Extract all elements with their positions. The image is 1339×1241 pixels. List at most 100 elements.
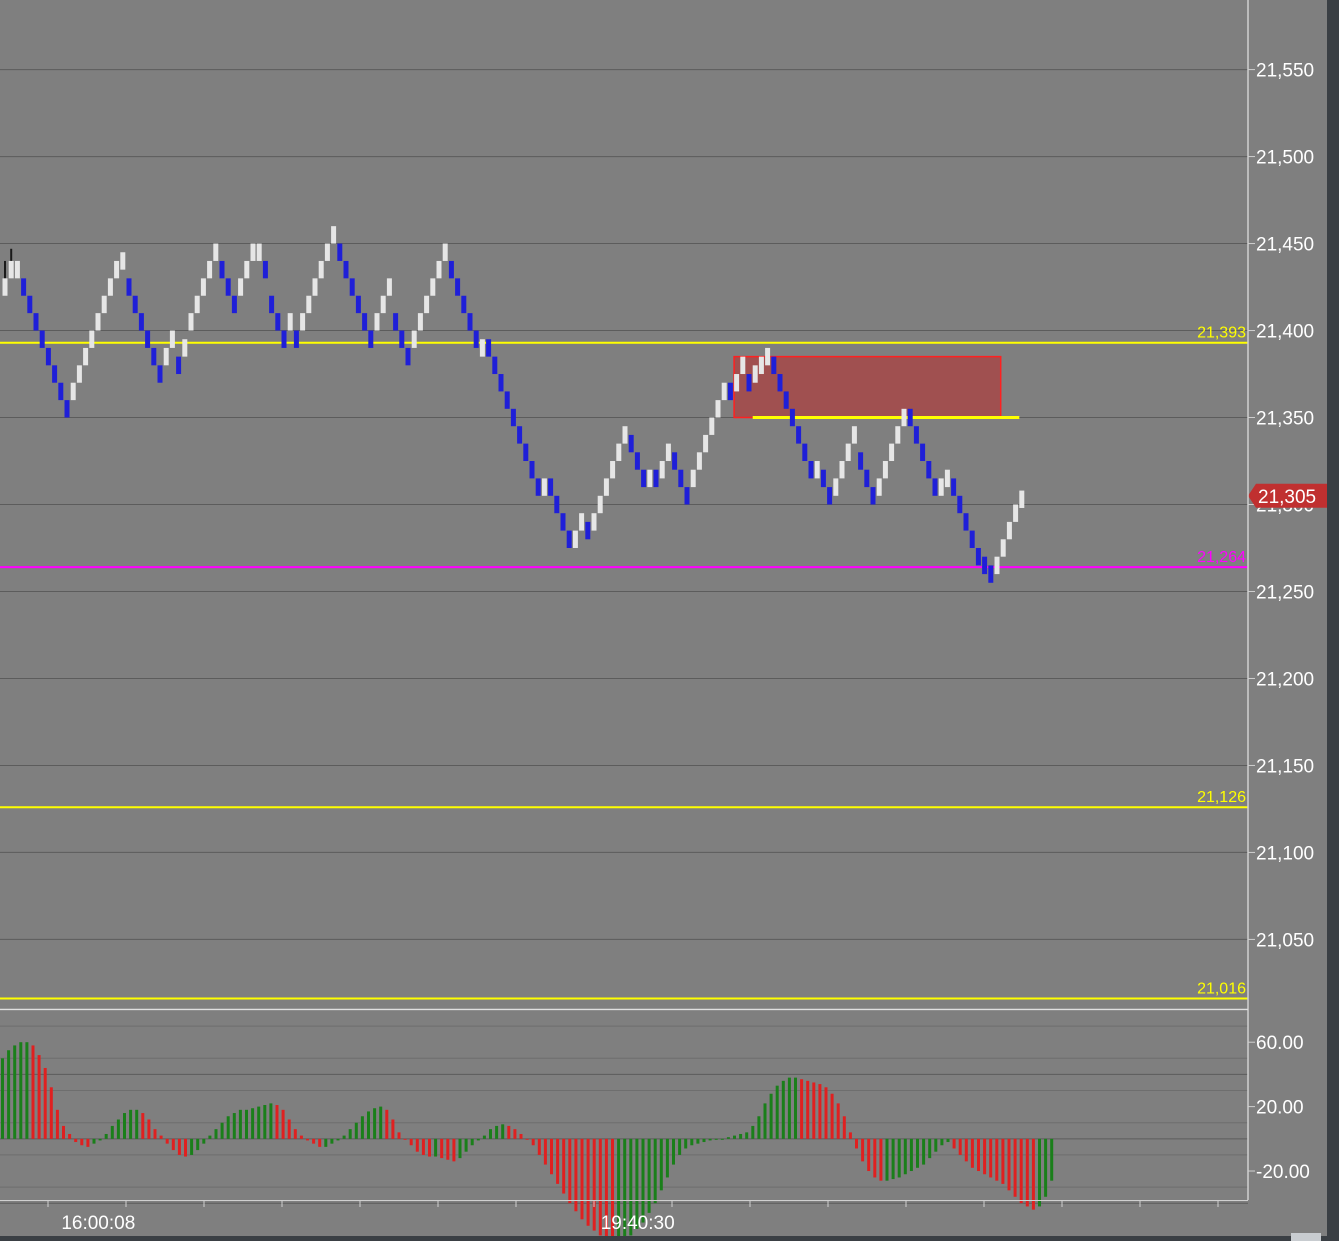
up-brick xyxy=(696,452,702,470)
hist-bar xyxy=(159,1135,163,1139)
hist-bar xyxy=(763,1103,767,1139)
hist-bar xyxy=(983,1138,987,1175)
hist-bar xyxy=(129,1109,133,1139)
hist-bar xyxy=(812,1082,816,1139)
down-brick xyxy=(864,469,870,488)
price-tick-label: 21,050 xyxy=(1256,930,1314,951)
up-brick xyxy=(845,443,851,462)
hist-bar xyxy=(226,1116,230,1139)
down-brick xyxy=(963,513,969,531)
up-brick xyxy=(244,260,250,279)
down-brick xyxy=(405,347,411,366)
hist-bar xyxy=(745,1132,749,1139)
hist-bar xyxy=(1031,1138,1035,1210)
down-brick xyxy=(789,408,795,427)
hist-bar xyxy=(318,1138,322,1147)
hist-bar xyxy=(781,1080,785,1139)
price-tick-label: 21,100 xyxy=(1256,843,1314,864)
hist-bar xyxy=(409,1138,413,1146)
hist-bar xyxy=(775,1085,779,1139)
down-brick xyxy=(33,313,39,331)
up-brick xyxy=(715,400,721,418)
down-brick xyxy=(393,313,399,331)
hist-bar xyxy=(220,1122,224,1139)
up-brick xyxy=(647,469,653,488)
hist-bar xyxy=(989,1138,993,1178)
price-tick-label: 21,200 xyxy=(1256,669,1314,690)
hist-bar xyxy=(13,1045,17,1139)
hist-bar xyxy=(891,1138,895,1180)
down-brick xyxy=(281,330,287,348)
down-brick xyxy=(231,295,237,314)
down-brick xyxy=(21,278,27,296)
up-brick xyxy=(107,278,113,296)
hist-bar xyxy=(916,1138,919,1168)
hist-bar xyxy=(275,1105,279,1139)
renko-chart[interactable]: 21,393 21,264 21,126 21,016 21,550 21,500 21,… xyxy=(0,0,1339,1241)
down-brick xyxy=(219,260,225,279)
price-tick-label: 21,400 xyxy=(1256,322,1314,343)
hist-bar xyxy=(330,1138,334,1144)
level-label: 21,126 xyxy=(1197,789,1246,806)
up-brick xyxy=(876,478,882,496)
down-brick xyxy=(975,547,981,566)
hist-bar xyxy=(513,1129,517,1139)
down-brick xyxy=(982,556,988,575)
down-brick xyxy=(672,452,678,470)
down-brick xyxy=(45,347,51,366)
hist-bar xyxy=(720,1138,724,1140)
hist-bar xyxy=(855,1138,858,1149)
up-brick xyxy=(889,443,895,462)
up-brick xyxy=(833,478,839,496)
hist-bar xyxy=(379,1106,383,1139)
down-brick xyxy=(808,461,814,479)
up-brick xyxy=(721,382,727,401)
down-brick xyxy=(820,469,826,488)
hist-bar xyxy=(440,1138,444,1159)
down-brick xyxy=(368,330,374,348)
up-brick xyxy=(250,243,256,261)
hist-bar xyxy=(903,1138,907,1175)
hist-bar xyxy=(525,1138,529,1140)
hist-bar xyxy=(177,1138,181,1155)
up-brick xyxy=(758,356,764,375)
hist-bar xyxy=(147,1119,151,1139)
hist-tick-label: 60.00 xyxy=(1256,1033,1304,1054)
down-brick xyxy=(628,434,634,453)
up-brick xyxy=(610,461,616,479)
hist-bar xyxy=(1025,1138,1029,1207)
up-brick xyxy=(436,260,442,279)
hist-bar xyxy=(922,1138,926,1165)
hist-bar xyxy=(562,1138,566,1194)
up-brick xyxy=(709,417,715,435)
up-brick xyxy=(374,313,380,331)
hist-bar xyxy=(354,1122,358,1139)
hist-bar xyxy=(678,1138,682,1155)
down-brick xyxy=(988,565,994,583)
hist-bar xyxy=(726,1137,730,1139)
up-brick xyxy=(380,295,386,314)
price-tick-label: 21,550 xyxy=(1256,61,1314,82)
hist-bar xyxy=(306,1138,309,1141)
down-brick xyxy=(858,452,864,470)
down-brick xyxy=(269,295,275,314)
hist-bar xyxy=(501,1124,505,1139)
down-brick xyxy=(957,495,963,514)
hist-bar xyxy=(867,1138,871,1172)
down-brick xyxy=(349,278,355,296)
time-label: 19:40:30 xyxy=(601,1213,675,1234)
up-brick xyxy=(200,278,206,296)
down-brick xyxy=(932,478,938,496)
up-brick xyxy=(994,556,1000,575)
down-brick xyxy=(913,426,919,444)
hist-bar xyxy=(37,1055,41,1139)
up-brick xyxy=(541,478,547,496)
hist-bar xyxy=(281,1109,285,1139)
hist-bar xyxy=(836,1103,840,1139)
up-brick xyxy=(306,295,312,314)
up-brick xyxy=(665,443,671,462)
hist-bar xyxy=(824,1087,828,1139)
hist-bar xyxy=(257,1106,261,1139)
up-brick xyxy=(287,313,293,331)
hist-bar xyxy=(251,1108,255,1139)
